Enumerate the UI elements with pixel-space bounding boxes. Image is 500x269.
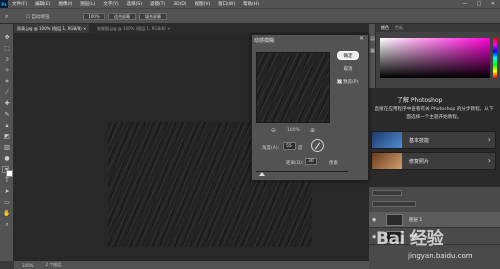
dialog-title: 动感模糊 bbox=[254, 38, 275, 44]
learn-description: 直接在应用程序中查看有关 Photoshop 的分步教程。从下面选择一个主题开始… bbox=[374, 107, 494, 120]
preview-checkbox[interactable]: ✓ bbox=[337, 79, 342, 84]
properties-icon[interactable]: ▦ bbox=[370, 48, 375, 54]
hue-slider[interactable] bbox=[493, 38, 497, 78]
marquee-icon[interactable]: ⬚ bbox=[3, 45, 11, 52]
zoom-tool-icon: ⌕ bbox=[5, 13, 9, 20]
preview-zoom-value: 100% bbox=[287, 128, 300, 133]
card-label: 修复照片 bbox=[409, 159, 430, 165]
magic-wand-icon[interactable]: ✧ bbox=[3, 67, 11, 74]
document-tab-bar: 雨滴.jpg @ 100% (图层 1, RGB/8) × 效果图.jpg @ … bbox=[14, 24, 369, 33]
fill-screen-button[interactable]: 填充屏幕 bbox=[139, 13, 167, 20]
auto-enhance-checkbox[interactable]: ☐ 自动增强 bbox=[26, 14, 49, 20]
angle-unit: 度 bbox=[298, 146, 303, 151]
close-icon[interactable]: × bbox=[359, 35, 364, 42]
distance-slider-track[interactable] bbox=[256, 171, 348, 172]
eye-icon[interactable]: ◉ bbox=[372, 217, 376, 223]
card-thumbnail bbox=[372, 132, 402, 148]
zoom-value-button[interactable]: 100% bbox=[83, 13, 105, 20]
maximize-button[interactable]: □ bbox=[472, 1, 486, 7]
learn-card-fix-photo[interactable]: 修复照片 › bbox=[371, 152, 496, 170]
photoshop-logo: Ps bbox=[0, 0, 8, 8]
watermark-url: jingyan.baidu.com bbox=[408, 252, 473, 260]
chevron-right-icon: › bbox=[487, 135, 491, 144]
tab-color[interactable]: 颜色 bbox=[381, 25, 389, 31]
status-info: 2 个图层 bbox=[45, 262, 62, 267]
zoom-icon[interactable]: ⌕ bbox=[3, 221, 11, 228]
status-zoom[interactable]: 100% bbox=[22, 263, 33, 268]
menu-3d[interactable]: 3D(D) bbox=[169, 2, 190, 7]
card-thumbnail bbox=[372, 153, 402, 169]
healing-icon[interactable]: ✚ bbox=[3, 100, 11, 107]
menu-file[interactable]: 文件(F) bbox=[8, 1, 31, 7]
distance-input[interactable]: 30 bbox=[305, 158, 317, 165]
layer-filter-dropdown[interactable] bbox=[372, 190, 402, 196]
path-select-icon[interactable]: ➤ bbox=[3, 188, 11, 195]
menu-select[interactable]: 选择(S) bbox=[123, 1, 146, 7]
move-icon[interactable]: ✥ bbox=[3, 34, 11, 41]
menu-window[interactable]: 窗口(W) bbox=[214, 1, 239, 7]
menu-image[interactable]: 图像(I) bbox=[54, 1, 76, 7]
learn-card-basic-skills[interactable]: 基本技能 › bbox=[371, 131, 496, 149]
minimize-button[interactable]: — bbox=[458, 1, 472, 7]
menu-view[interactable]: 视图(V) bbox=[191, 1, 215, 7]
color-spectrum[interactable] bbox=[380, 38, 490, 78]
color-panel-tabs: 颜色 色板 bbox=[376, 24, 500, 32]
close-window-button[interactable]: ✕ bbox=[486, 1, 500, 7]
menu-bar: Ps 文件(F) 编辑(E) 图像(I) 图层(L) 文字(Y) 选择(S) 滤… bbox=[0, 0, 500, 8]
zoom-in-icon[interactable]: ⊕ bbox=[310, 127, 315, 134]
stamp-icon[interactable]: ▴ bbox=[3, 122, 11, 129]
tab-raindrop[interactable]: 雨滴.jpg @ 100% (图层 1, RGB/8) × bbox=[14, 24, 90, 33]
text-icon[interactable]: T bbox=[3, 177, 11, 184]
eyedropper-icon[interactable]: ⁄ bbox=[3, 89, 11, 96]
brush-icon[interactable]: ✎ bbox=[3, 111, 11, 118]
layer-name: 图层 1 bbox=[409, 218, 423, 223]
menu-help[interactable]: 帮助(H) bbox=[239, 1, 263, 7]
shape-icon[interactable]: ▭ bbox=[3, 199, 11, 206]
preview-label: 预览(P) bbox=[343, 80, 359, 85]
distance-unit: 像素 bbox=[329, 161, 338, 166]
tab-swatches[interactable]: 色板 bbox=[395, 25, 403, 31]
lasso-icon[interactable]: ↄ bbox=[3, 56, 11, 63]
background-color-swatch[interactable] bbox=[6, 170, 13, 177]
fit-screen-button[interactable]: 适合屏幕 bbox=[108, 13, 136, 20]
card-label: 基本技能 bbox=[409, 138, 430, 144]
hand-icon[interactable]: ✋ bbox=[3, 210, 11, 217]
menu-edit[interactable]: 编辑(E) bbox=[31, 1, 54, 7]
angle-input[interactable]: 55 bbox=[283, 142, 296, 150]
options-bar: ⌕ ☐ 自动增强 100% 适合屏幕 填充屏幕 bbox=[0, 8, 500, 24]
eraser-icon[interactable]: ◩ bbox=[3, 133, 11, 140]
crop-icon[interactable]: ⌗ bbox=[3, 78, 11, 85]
distance-label: 距离(D): bbox=[286, 161, 304, 166]
distance-slider-thumb[interactable] bbox=[259, 172, 266, 176]
blur-preview[interactable] bbox=[256, 52, 330, 123]
angle-dial[interactable] bbox=[311, 139, 324, 152]
menu-layer[interactable]: 图层(L) bbox=[76, 1, 99, 7]
chevron-right-icon: › bbox=[487, 156, 491, 165]
learn-title: 了解 Photoshop bbox=[397, 97, 443, 104]
tools-panel: ✥ ⬚ ↄ ✧ ⌗ ⁄ ✚ ✎ ▴ ◩ ▥ ● ✒ T ➤ ▭ ✋ ⌕ bbox=[0, 24, 14, 261]
angle-label: 角度(A): bbox=[262, 146, 280, 151]
cancel-button[interactable]: 取消 bbox=[337, 64, 359, 73]
watermark-brand: Bai 经验 bbox=[376, 229, 444, 249]
ok-button[interactable]: 确定 bbox=[337, 51, 359, 60]
gradient-icon[interactable]: ▥ bbox=[3, 144, 11, 151]
menu-filter[interactable]: 滤镜(T) bbox=[146, 1, 169, 7]
blend-mode-dropdown[interactable] bbox=[372, 201, 416, 207]
tab-effect[interactable]: 效果图.jpg @ 100% (图层 1, RGB/8) × bbox=[94, 24, 173, 33]
menu-type[interactable]: 文字(Y) bbox=[99, 1, 122, 7]
dodge-icon[interactable]: ● bbox=[3, 155, 11, 162]
window-controls: — □ ✕ bbox=[458, 0, 500, 8]
history-icon[interactable]: ▤ bbox=[370, 36, 375, 42]
zoom-out-icon[interactable]: ⊖ bbox=[271, 127, 276, 134]
status-bar: 100% 2 个图层 bbox=[14, 261, 369, 269]
